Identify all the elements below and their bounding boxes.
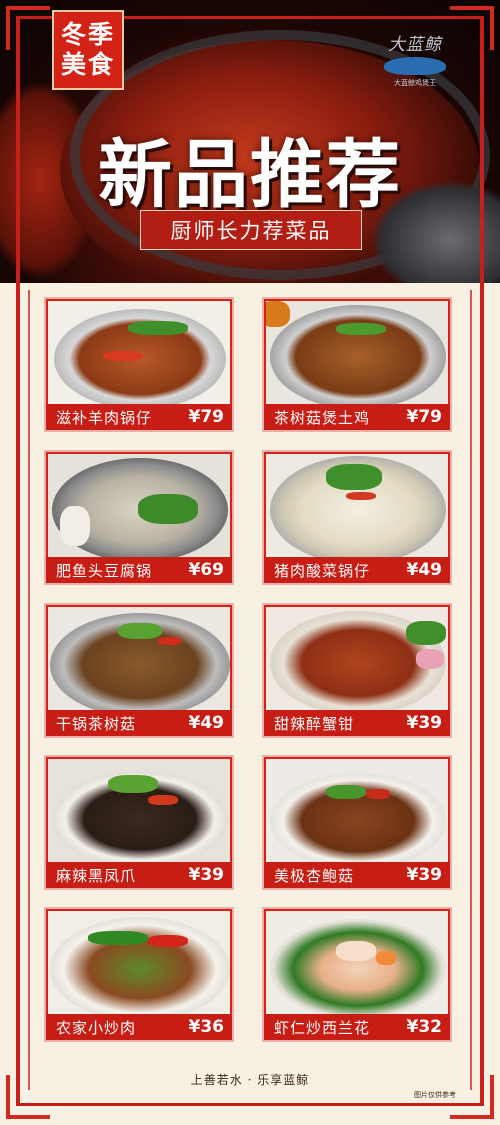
- page-title: 新品推荐: [98, 132, 402, 218]
- dish-name: 滋补羊肉锅仔: [56, 408, 153, 427]
- dish-price: ¥39: [406, 713, 443, 733]
- dish-card[interactable]: 茶树菇煲土鸡 ¥79: [262, 297, 452, 432]
- dish-label: 茶树菇煲土鸡 ¥79: [264, 404, 450, 430]
- season-badge: 冬季 美食: [52, 10, 124, 90]
- page-subtitle: 厨师长力荐菜品: [170, 219, 332, 243]
- dish-card[interactable]: 肥鱼头豆腐锅 ¥69: [44, 450, 234, 585]
- logo-text: 大蓝鲸: [388, 35, 442, 55]
- badge-line-1: 冬季: [60, 20, 115, 49]
- dish-label: 滋补羊肉锅仔 ¥79: [46, 404, 232, 430]
- dish-name: 甜辣醉蟹钳: [274, 714, 355, 733]
- dish-label: 干锅茶树菇 ¥49: [46, 710, 232, 736]
- dish-label: 美极杏鲍菇 ¥39: [264, 862, 450, 888]
- dish-photo: [266, 759, 448, 862]
- dish-price: ¥36: [188, 1017, 225, 1037]
- dish-name: 虾仁炒西兰花: [274, 1018, 371, 1037]
- dish-label: 猪肉酸菜锅仔 ¥49: [264, 557, 450, 583]
- dish-name: 农家小炒肉: [56, 1018, 137, 1037]
- dish-price: ¥79: [406, 407, 443, 427]
- dish-name: 猪肉酸菜锅仔: [274, 561, 371, 580]
- dish-photo: [48, 911, 230, 1014]
- dish-photo: [48, 607, 230, 710]
- dish-price: ¥49: [406, 560, 443, 580]
- footer-slogan: 上善若水 · 乐享蓝鲸: [190, 1073, 310, 1087]
- dish-photo: [48, 454, 230, 557]
- dish-photo: [266, 454, 448, 557]
- dish-label: 农家小炒肉 ¥36: [46, 1014, 232, 1040]
- dish-photo: [266, 607, 448, 710]
- dish-card[interactable]: 滋补羊肉锅仔 ¥79: [44, 297, 234, 432]
- corner-ornament-top-left: [6, 6, 50, 50]
- brand-logo: 大蓝鲸 大蓝鲸鸡煲王: [370, 30, 460, 100]
- dish-name: 茶树菇煲土鸡: [274, 408, 371, 427]
- dish-photo: [48, 759, 230, 862]
- dish-name: 肥鱼头豆腐锅: [56, 561, 153, 580]
- dish-label: 肥鱼头豆腐锅 ¥69: [46, 557, 232, 583]
- dish-name: 干锅茶树菇: [56, 714, 137, 733]
- dish-label: 麻辣黑凤爪 ¥39: [46, 862, 232, 888]
- dish-card[interactable]: 虾仁炒西兰花 ¥32: [262, 907, 452, 1042]
- dish-label: 虾仁炒西兰花 ¥32: [264, 1014, 450, 1040]
- dish-card[interactable]: 猪肉酸菜锅仔 ¥49: [262, 450, 452, 585]
- dish-card[interactable]: 麻辣黑凤爪 ¥39: [44, 755, 234, 890]
- dish-label: 甜辣醉蟹钳 ¥39: [264, 710, 450, 736]
- frame-inner-left: [28, 290, 30, 1090]
- frame-inner-right: [470, 290, 472, 1090]
- dish-name: 麻辣黑凤爪: [56, 866, 137, 885]
- dish-price: ¥79: [188, 407, 225, 427]
- subtitle-box: 厨师长力荐菜品: [140, 210, 362, 250]
- menu-poster: 冬季 美食 大蓝鲸 大蓝鲸鸡煲王 新品推荐 厨师长力荐菜品 滋补羊肉锅仔 ¥79…: [0, 0, 500, 1125]
- dish-price: ¥39: [188, 865, 225, 885]
- image-disclaimer: 图片仅供参考: [414, 1091, 456, 1099]
- dish-price: ¥69: [188, 560, 225, 580]
- dish-price: ¥32: [406, 1017, 443, 1037]
- dish-name: 美极杏鲍菇: [274, 866, 355, 885]
- dish-photo: [266, 301, 448, 404]
- dish-photo: [266, 911, 448, 1014]
- logo-subtext: 大蓝鲸鸡煲王: [394, 79, 436, 87]
- dish-card[interactable]: 干锅茶树菇 ¥49: [44, 603, 234, 738]
- frame-bottom: [16, 1103, 484, 1106]
- dish-card[interactable]: 农家小炒肉 ¥36: [44, 907, 234, 1042]
- dish-photo: [48, 301, 230, 404]
- badge-line-2: 美食: [60, 50, 115, 79]
- dish-price: ¥39: [406, 865, 443, 885]
- dish-price: ¥49: [188, 713, 225, 733]
- dish-card[interactable]: 甜辣醉蟹钳 ¥39: [262, 603, 452, 738]
- whale-icon: [384, 57, 446, 75]
- dish-card[interactable]: 美极杏鲍菇 ¥39: [262, 755, 452, 890]
